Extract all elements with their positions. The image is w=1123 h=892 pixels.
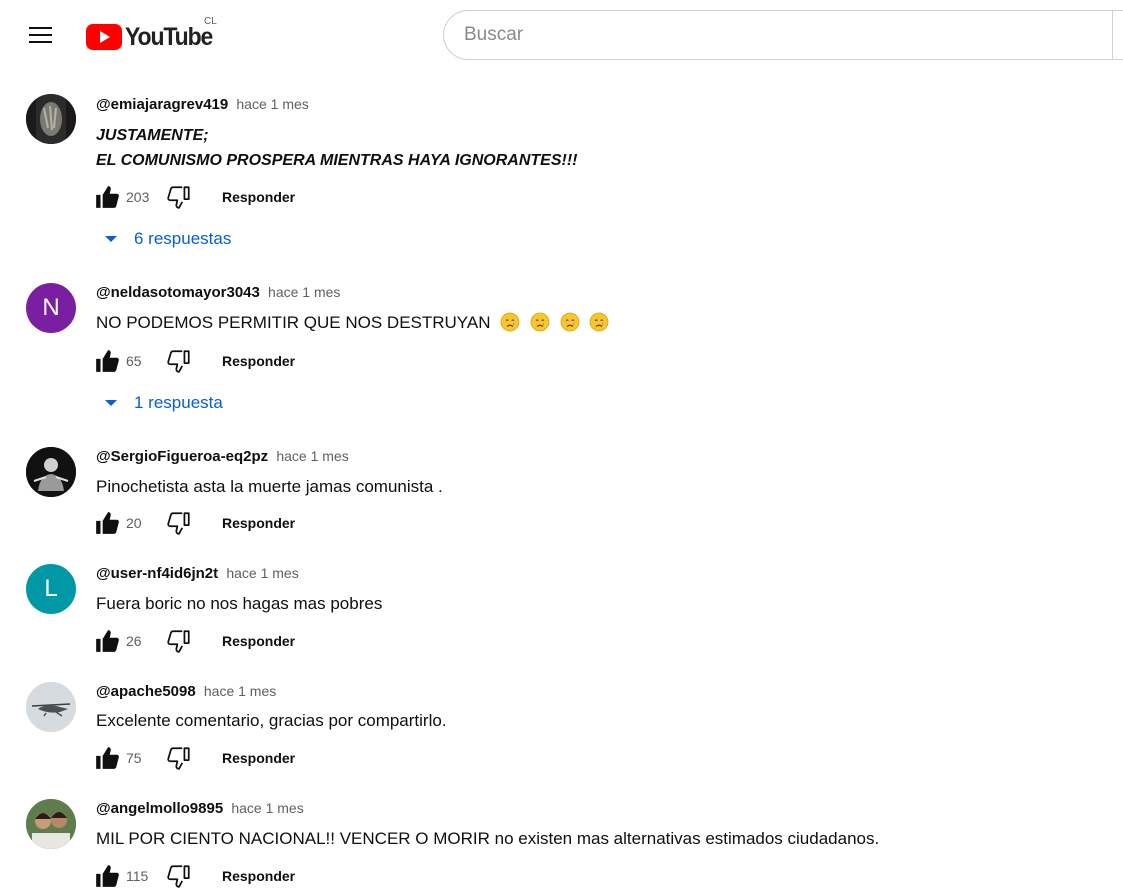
comment-text: NO PODEMOS PERMITIR QUE NOS DESTRUYAN <box>96 310 609 335</box>
thumbs-down-icon[interactable] <box>166 184 192 210</box>
thumbs-up-icon[interactable] <box>94 863 120 889</box>
reply-button[interactable]: Responder <box>222 633 295 649</box>
comment-text: MIL POR CIENTO NACIONAL!! VENCER O MORIR… <box>96 829 880 848</box>
like-count: 65 <box>126 353 142 369</box>
thumbs-up-icon[interactable] <box>94 348 120 374</box>
avatar[interactable]: N <box>26 283 76 333</box>
crying-face-icon <box>590 312 609 332</box>
comment-toolbar: 203 Responder <box>94 184 295 210</box>
logo-text: YouTube <box>125 22 213 51</box>
like-count: 26 <box>126 633 142 649</box>
comment-author[interactable]: @user-nf4id6jn2t <box>96 565 218 582</box>
caret-down-icon <box>105 400 117 406</box>
comment-header: @angelmollo9895 hace 1 mes <box>96 800 304 817</box>
view-replies-button[interactable]: 1 respuesta <box>104 393 223 413</box>
comment-author[interactable]: @apache5098 <box>96 683 196 700</box>
avatar[interactable] <box>26 799 76 849</box>
crying-face-icon <box>500 312 520 332</box>
crying-face-icon <box>530 312 550 332</box>
replies-count: 6 respuestas <box>134 229 232 248</box>
avatar[interactable] <box>26 682 76 732</box>
thumbs-down-icon[interactable] <box>166 863 192 889</box>
comment-text: Pinochetista asta la muerte jamas comuni… <box>96 477 443 496</box>
thumbs-down-icon[interactable] <box>166 745 192 771</box>
comment-toolbar: 75 Responder <box>94 745 295 771</box>
avatar-image <box>26 682 76 732</box>
masthead: YouTube CL <box>0 0 1123 70</box>
comment-time[interactable]: hace 1 mes <box>204 683 276 699</box>
caret-down-icon <box>105 236 117 242</box>
comment-header: @user-nf4id6jn2t hace 1 mes <box>96 565 299 582</box>
country-code: CL <box>204 16 217 27</box>
menu-icon[interactable] <box>24 20 58 50</box>
reply-button[interactable]: Responder <box>222 515 295 531</box>
avatar-image <box>26 799 76 849</box>
thumbs-up-icon[interactable] <box>94 510 120 536</box>
like-count: 75 <box>126 750 142 766</box>
comment-header: @SergioFigueroa-eq2pz hace 1 mes <box>96 448 349 465</box>
reply-button[interactable]: Responder <box>222 868 295 884</box>
comment-time[interactable]: hace 1 mes <box>276 448 348 464</box>
crying-face-icon <box>560 312 580 332</box>
thumbs-down-icon[interactable] <box>166 510 192 536</box>
avatar-letter: N <box>42 294 60 321</box>
avatar-image <box>26 94 76 144</box>
comment-author[interactable]: @emiajaragrev419 <box>96 96 228 113</box>
avatar-image <box>26 447 76 497</box>
avatar-letter: L <box>44 575 58 602</box>
comment-text: Excelente comentario, gracias por compar… <box>96 711 447 730</box>
like-count: 115 <box>126 868 149 884</box>
like-count: 203 <box>126 189 150 205</box>
reply-button[interactable]: Responder <box>222 353 295 369</box>
comment-text-line: EL COMUNISMO PROSPERA MIENTRAS HAYA IGNO… <box>96 152 578 169</box>
thumbs-down-icon[interactable] <box>166 348 192 374</box>
youtube-logo[interactable]: YouTube <box>86 20 220 54</box>
comment-time[interactable]: hace 1 mes <box>236 96 308 112</box>
comment-text: JUSTAMENTE; EL COMUNISMO PROSPERA MIENTR… <box>96 123 578 173</box>
search-divider <box>1112 10 1113 60</box>
comment-author[interactable]: @SergioFigueroa-eq2pz <box>96 448 268 465</box>
thumbs-up-icon[interactable] <box>94 745 120 771</box>
avatar[interactable] <box>26 447 76 497</box>
comment-toolbar: 115 Responder <box>94 863 295 889</box>
comment-time[interactable]: hace 1 mes <box>226 565 298 581</box>
comment-time[interactable]: hace 1 mes <box>231 800 303 816</box>
comment-author[interactable]: @angelmollo9895 <box>96 800 223 817</box>
comment-text-line: JUSTAMENTE; <box>96 127 209 144</box>
comment-text-body: NO PODEMOS PERMITIR QUE NOS DESTRUYAN <box>96 313 491 332</box>
comment-text: Fuera boric no nos hagas mas pobres <box>96 594 383 613</box>
comment-toolbar: 65 Responder <box>94 348 295 374</box>
comment-toolbar: 20 Responder <box>94 510 295 536</box>
thumbs-up-icon[interactable] <box>94 628 120 654</box>
comment-header: @emiajaragrev419 hace 1 mes <box>96 96 309 113</box>
comment-author[interactable]: @neldasotomayor3043 <box>96 284 260 301</box>
search-box <box>443 10 1123 60</box>
comment-header: @apache5098 hace 1 mes <box>96 683 276 700</box>
view-replies-button[interactable]: 6 respuestas <box>104 229 231 249</box>
search-input[interactable] <box>444 11 1084 59</box>
comment-time[interactable]: hace 1 mes <box>268 284 340 300</box>
reply-button[interactable]: Responder <box>222 189 295 205</box>
comment-toolbar: 26 Responder <box>94 628 295 654</box>
comment-header: @neldasotomayor3043 hace 1 mes <box>96 284 340 301</box>
reply-button[interactable]: Responder <box>222 750 295 766</box>
play-icon <box>86 24 122 50</box>
thumbs-up-icon[interactable] <box>94 184 120 210</box>
avatar[interactable]: L <box>26 564 76 614</box>
like-count: 20 <box>126 515 142 531</box>
replies-count: 1 respuesta <box>134 393 223 412</box>
avatar[interactable] <box>26 94 76 144</box>
thumbs-down-icon[interactable] <box>166 628 192 654</box>
